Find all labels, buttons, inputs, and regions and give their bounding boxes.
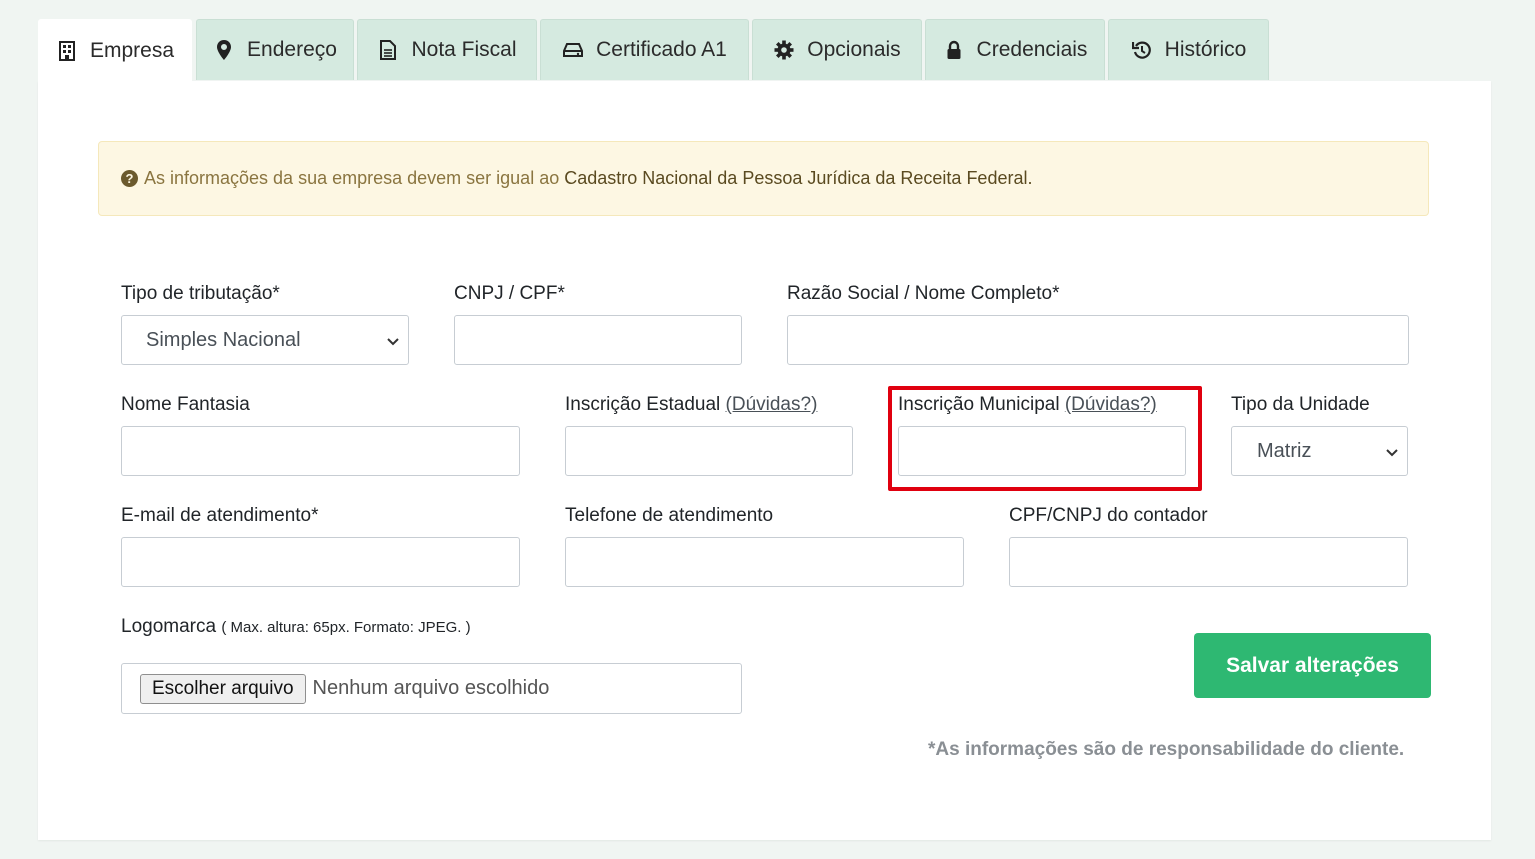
tipo-unidade-label: Tipo da Unidade xyxy=(1231,394,1370,415)
history-icon xyxy=(1131,39,1153,61)
tab-label: Certificado A1 xyxy=(596,38,727,61)
file-status: Nenhum arquivo escolhido xyxy=(312,677,550,699)
tab-nota-fiscal[interactable]: Nota Fiscal xyxy=(357,19,537,80)
inscricao-municipal-input[interactable] xyxy=(898,426,1186,476)
info-alert: ? As informações da sua empresa devem se… xyxy=(98,141,1429,216)
email-input[interactable] xyxy=(121,537,520,587)
tab-label: Nota Fiscal xyxy=(411,38,517,61)
razao-social-input[interactable] xyxy=(787,315,1409,365)
chevron-down-icon xyxy=(1385,443,1399,466)
lock-icon xyxy=(943,39,965,61)
inscricao-estadual-label: Inscrição Estadual (Dúvidas?) xyxy=(565,394,817,416)
email-label: E-mail de atendimento* xyxy=(121,505,319,526)
cnpj-input[interactable] xyxy=(454,315,742,365)
alert-text: As informações da sua empresa devem ser … xyxy=(144,168,560,188)
map-marker-icon xyxy=(213,39,235,61)
telefone-label: Telefone de atendimento xyxy=(565,505,774,526)
tipo-unidade-value: Matriz xyxy=(1257,439,1312,462)
inscricao-estadual-help-link[interactable]: (Dúvidas?) xyxy=(726,394,818,415)
tab-label: Histórico xyxy=(1164,38,1247,61)
tab-credenciais[interactable]: Credenciais xyxy=(925,19,1105,80)
chevron-down-icon xyxy=(386,332,400,355)
telefone-input[interactable] xyxy=(565,537,964,587)
gear-icon xyxy=(773,39,795,61)
logomarca-file-input[interactable]: Escolher arquivo Nenhum arquivo escolhid… xyxy=(121,663,742,714)
tab-empresa[interactable]: Empresa xyxy=(38,19,192,82)
tab-label: Empresa xyxy=(89,39,175,62)
tipo-tributacao-value: Simples Nacional xyxy=(146,328,301,351)
save-button[interactable]: Salvar alterações xyxy=(1194,633,1431,698)
inscricao-municipal-label-text: Inscrição Municipal xyxy=(898,394,1060,415)
question-circle-icon: ? xyxy=(121,170,138,187)
logomarca-hint: ( Max. altura: 65px. Formato: JPEG. ) xyxy=(221,619,471,636)
razao-social-label: Razão Social / Nome Completo* xyxy=(787,283,1060,304)
inscricao-municipal-label: Inscrição Municipal (Dúvidas?) xyxy=(898,394,1157,416)
contador-input[interactable] xyxy=(1009,537,1408,587)
choose-file-button[interactable]: Escolher arquivo xyxy=(140,673,306,704)
tab-label: Endereço xyxy=(247,38,337,61)
alert-strong-text: Cadastro Nacional da Pessoa Jurídica da … xyxy=(564,168,1033,188)
tab-endereco[interactable]: Endereço xyxy=(196,19,354,80)
logomarca-label: Logomarca ( Max. altura: 65px. Formato: … xyxy=(121,616,471,638)
building-icon xyxy=(56,40,78,62)
tipo-tributacao-select[interactable]: Simples Nacional xyxy=(121,315,409,365)
contador-label: CPF/CNPJ do contador xyxy=(1009,505,1208,526)
tipo-unidade-select[interactable]: Matriz xyxy=(1231,426,1408,476)
inscricao-municipal-help-link[interactable]: (Dúvidas?) xyxy=(1065,394,1157,415)
tab-label: Credenciais xyxy=(976,38,1088,61)
tab-label: Opcionais xyxy=(807,38,901,61)
hdd-icon xyxy=(562,39,584,61)
tab-opcionais[interactable]: Opcionais xyxy=(752,19,922,80)
nome-fantasia-input[interactable] xyxy=(121,426,520,476)
logomarca-label-text: Logomarca xyxy=(121,616,217,637)
empresa-panel: ? As informações da sua empresa devem se… xyxy=(38,81,1491,840)
responsibility-note: *As informações são de responsabilidade … xyxy=(928,739,1405,760)
file-text-icon xyxy=(377,39,399,61)
inscricao-estadual-input[interactable] xyxy=(565,426,853,476)
cnpj-label: CNPJ / CPF* xyxy=(454,283,565,304)
tipo-tributacao-label: Tipo de tributação* xyxy=(121,283,280,304)
inscricao-estadual-label-text: Inscrição Estadual xyxy=(565,394,721,415)
tab-historico[interactable]: Histórico xyxy=(1108,19,1269,80)
tab-certificado-a1[interactable]: Certificado A1 xyxy=(540,19,749,80)
nome-fantasia-label: Nome Fantasia xyxy=(121,394,250,415)
